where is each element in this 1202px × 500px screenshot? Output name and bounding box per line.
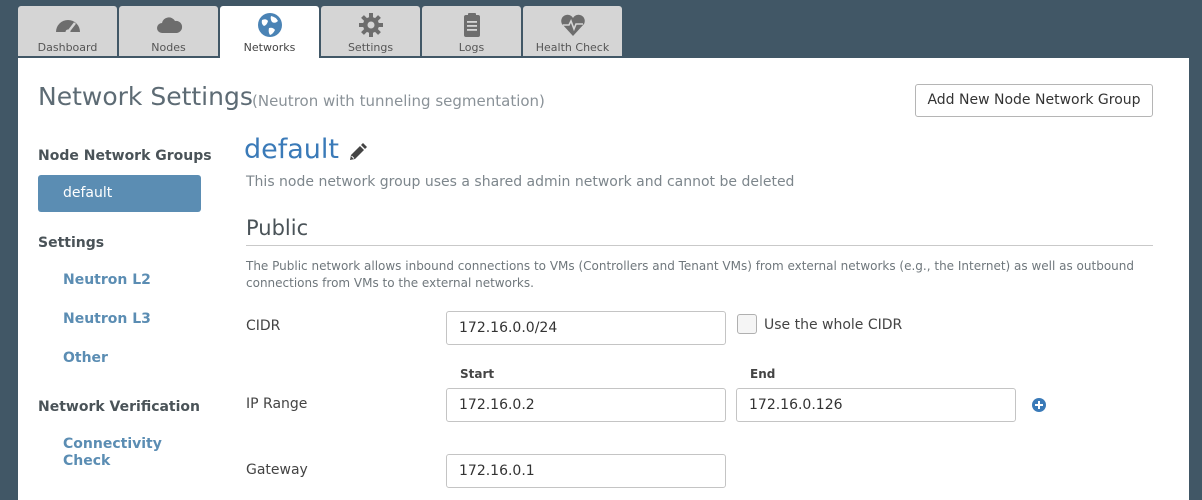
gateway-label: Gateway bbox=[246, 462, 308, 478]
heartbeat-icon bbox=[559, 12, 587, 38]
network-verification-heading: Network Verification bbox=[38, 399, 201, 415]
cidr-label: CIDR bbox=[246, 318, 281, 334]
tab-label: Dashboard bbox=[37, 41, 98, 54]
ip-range-label: IP Range bbox=[246, 396, 308, 412]
tab-label: Settings bbox=[347, 41, 394, 54]
network-settings-panel: Network Settings (Neutron with tunneling… bbox=[18, 58, 1189, 500]
tab-dashboard[interactable]: Dashboard bbox=[18, 6, 117, 56]
sidebar-item-neutron-l3[interactable]: Neutron L3 bbox=[63, 311, 151, 328]
settings-heading: Settings bbox=[38, 235, 105, 251]
gear-icon bbox=[357, 12, 385, 38]
public-section-title: Public bbox=[246, 216, 309, 240]
node-network-groups-heading: Node Network Groups bbox=[38, 148, 212, 164]
plus-circle-icon[interactable] bbox=[1031, 397, 1047, 413]
public-section-description: The Public network allows inbound connec… bbox=[246, 259, 1134, 290]
tab-label: Networks bbox=[243, 41, 296, 54]
cloud-icon bbox=[155, 12, 183, 38]
ip-range-start-input[interactable] bbox=[446, 388, 726, 422]
sidebar-item-other[interactable]: Other bbox=[63, 350, 108, 367]
group-name-title: default bbox=[244, 134, 340, 165]
tab-label: Nodes bbox=[151, 41, 186, 54]
add-node-network-group-button[interactable]: Add New Node Network Group bbox=[915, 84, 1153, 117]
sidebar-item-neutron-l2[interactable]: Neutron L2 bbox=[63, 272, 151, 289]
use-whole-cidr-label: Use the whole CIDR bbox=[764, 317, 903, 333]
globe-icon bbox=[256, 12, 284, 38]
group-note: This node network group uses a shared ad… bbox=[246, 174, 795, 190]
section-divider bbox=[246, 245, 1153, 246]
cidr-input[interactable] bbox=[446, 311, 726, 345]
start-column-label: Start bbox=[460, 367, 495, 381]
tab-nodes[interactable]: Nodes bbox=[119, 6, 218, 56]
tab-settings[interactable]: Settings bbox=[321, 6, 420, 56]
end-column-label: End bbox=[750, 367, 776, 381]
ip-range-end-input[interactable] bbox=[736, 388, 1016, 422]
clipboard-icon bbox=[458, 12, 486, 38]
tab-label: Logs bbox=[458, 41, 485, 54]
tab-networks[interactable]: Networks bbox=[220, 6, 319, 58]
page-title: Network Settings bbox=[38, 82, 253, 111]
tab-label: Health Check bbox=[535, 41, 610, 54]
tab-health-check[interactable]: Health Check bbox=[523, 6, 622, 56]
sidebar-item-default-group[interactable]: default bbox=[38, 175, 201, 212]
pencil-icon[interactable] bbox=[346, 142, 368, 164]
tab-logs[interactable]: Logs bbox=[422, 6, 521, 56]
dashboard-icon bbox=[54, 12, 82, 38]
page-subtitle: (Neutron with tunneling segmentation) bbox=[252, 92, 545, 110]
use-whole-cidr-checkbox[interactable] bbox=[737, 314, 757, 334]
gateway-input[interactable] bbox=[446, 454, 726, 488]
sidebar-item-connectivity-check[interactable]: Connectivity Check bbox=[63, 436, 173, 470]
